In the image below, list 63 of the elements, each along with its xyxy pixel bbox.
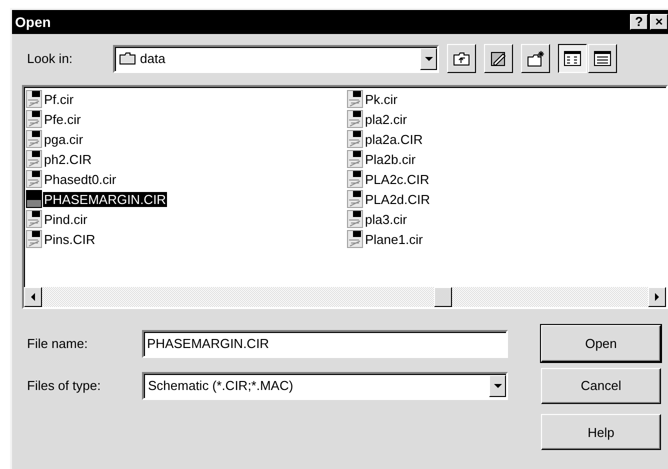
open-button[interactable]: Open bbox=[541, 325, 661, 362]
list-view-icon bbox=[564, 51, 581, 66]
schematic-file-icon bbox=[26, 130, 42, 148]
up-folder-icon bbox=[453, 52, 470, 66]
file-item[interactable]: Pk.cir bbox=[364, 92, 398, 106]
file-item[interactable]: Pfe.cir bbox=[43, 112, 82, 126]
horizontal-scrollbar[interactable] bbox=[24, 287, 666, 307]
file-item[interactable]: Pf.cir bbox=[43, 92, 75, 106]
file-type-label: Files of type: bbox=[26, 378, 102, 393]
close-button[interactable]: × bbox=[650, 14, 668, 30]
help-button[interactable]: Help bbox=[541, 414, 661, 450]
cancel-button[interactable]: Cancel bbox=[541, 368, 661, 404]
scroll-left-button[interactable] bbox=[24, 287, 42, 307]
file-item[interactable]: PHASEMARGIN.CIR bbox=[43, 192, 168, 206]
file-type-dropdown[interactable]: Schematic (*.CIR;*.MAC) bbox=[142, 372, 508, 400]
look-in-dropdown[interactable]: data bbox=[113, 44, 439, 72]
schematic-file-icon bbox=[347, 230, 363, 248]
schematic-file-icon bbox=[26, 230, 42, 248]
file-item[interactable]: ph2.CIR bbox=[43, 152, 93, 166]
schematic-file-icon bbox=[347, 150, 363, 168]
help-button[interactable]: ? bbox=[630, 14, 648, 30]
desktop-button[interactable] bbox=[484, 44, 513, 73]
schematic-file-icon bbox=[26, 170, 42, 188]
scroll-right-button[interactable] bbox=[648, 287, 666, 307]
schematic-file-icon bbox=[26, 210, 42, 228]
look-in-label: Look in: bbox=[26, 51, 74, 66]
schematic-file-icon bbox=[347, 90, 363, 108]
schematic-file-icon bbox=[26, 190, 42, 208]
file-item[interactable]: pla2a.CIR bbox=[364, 132, 424, 146]
schematic-file-icon bbox=[347, 210, 363, 228]
details-view-button[interactable] bbox=[588, 44, 617, 73]
file-name-field[interactable]: PHASEMARGIN.CIR bbox=[142, 330, 508, 358]
list-view-button[interactable] bbox=[558, 44, 587, 73]
folder-name: data bbox=[140, 51, 166, 66]
schematic-file-icon bbox=[347, 130, 363, 148]
right-arrow-icon bbox=[655, 293, 659, 301]
window-title: Open bbox=[15, 14, 52, 30]
new-folder-button[interactable] bbox=[521, 44, 550, 73]
file-item[interactable]: pla3.cir bbox=[364, 212, 408, 226]
file-item[interactable]: pla2.cir bbox=[364, 112, 408, 126]
left-arrow-icon bbox=[31, 293, 35, 301]
file-type-value: Schematic (*.CIR;*.MAC) bbox=[148, 378, 294, 393]
pencil-page-icon bbox=[490, 50, 507, 66]
file-item[interactable]: Pins.CIR bbox=[43, 232, 96, 246]
file-item[interactable]: Plane1.cir bbox=[364, 232, 424, 246]
file-item[interactable]: pga.cir bbox=[43, 132, 84, 146]
file-item[interactable]: Pla2b.cir bbox=[364, 152, 417, 166]
file-item[interactable]: Phasedt0.cir bbox=[43, 172, 118, 186]
schematic-file-icon bbox=[347, 170, 363, 188]
file-name-label: File name: bbox=[26, 336, 89, 351]
folder-icon bbox=[119, 52, 136, 65]
up-folder-button[interactable] bbox=[447, 44, 476, 73]
schematic-file-icon bbox=[347, 190, 363, 208]
file-item[interactable]: Pind.cir bbox=[43, 212, 88, 226]
schematic-file-icon bbox=[26, 90, 42, 108]
schematic-file-icon bbox=[26, 150, 42, 168]
schematic-file-icon bbox=[26, 110, 42, 128]
scroll-thumb[interactable] bbox=[434, 287, 452, 307]
schematic-file-icon bbox=[347, 110, 363, 128]
details-view-icon bbox=[594, 51, 611, 66]
file-item[interactable]: PLA2d.CIR bbox=[364, 192, 432, 206]
new-folder-icon bbox=[526, 50, 544, 66]
file-item[interactable]: PLA2c.CIR bbox=[364, 172, 430, 186]
